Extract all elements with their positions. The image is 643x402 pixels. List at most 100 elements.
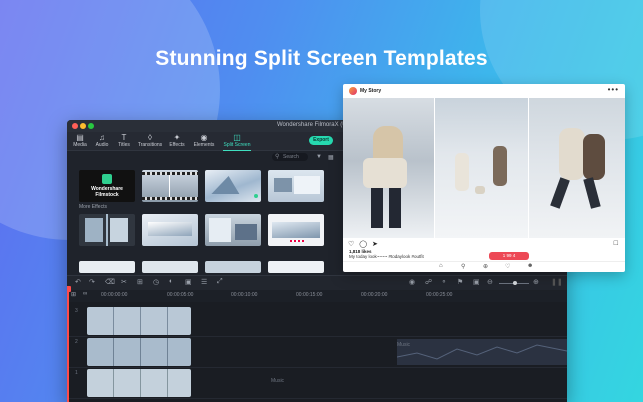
maximize-window-button[interactable] (88, 123, 94, 129)
download-badge-icon (254, 194, 258, 198)
timeline-ruler[interactable]: ⊞ ∞ 00:00:00:00 00:00:05:00 00:00:10:00 … (67, 290, 567, 302)
split-template-thumbnail[interactable] (205, 261, 261, 273)
tab-split-screen[interactable]: ◫ Split Screen (221, 133, 253, 151)
color-icon[interactable]: ◐ (169, 278, 173, 285)
filter-icon[interactable]: ▼ (316, 154, 322, 160)
video-clip[interactable] (87, 369, 191, 397)
close-window-button[interactable] (72, 123, 78, 129)
zoom-in-icon[interactable]: ⊕ (533, 278, 539, 286)
green-screen-icon[interactable]: ▣ (185, 278, 192, 286)
split-screen-icon: ◫ (233, 133, 241, 142)
notification-badge: 1 99 4 (489, 252, 529, 260)
tab-effects[interactable]: ✦ Effects (164, 133, 190, 149)
photo-panel-left (343, 98, 434, 238)
delete-icon[interactable]: ⌫ (105, 278, 115, 286)
avatar[interactable] (349, 87, 357, 95)
split-template-thumbnail[interactable] (268, 214, 324, 246)
track-number: 1 (75, 370, 78, 376)
track-number: 3 (75, 308, 78, 314)
export-button[interactable]: Export (309, 136, 333, 145)
activity-heart-icon[interactable]: ♡ (505, 263, 510, 270)
transition-icon: ◊ (148, 133, 152, 142)
ruler-mark: 00:00:15:00 (296, 292, 323, 298)
post-header: My Story ••• (343, 84, 625, 98)
split-template-thumbnail[interactable] (79, 261, 135, 273)
split-template-thumbnail[interactable] (142, 170, 198, 202)
bookmark-icon[interactable]: □ (614, 240, 618, 247)
audio-waveform[interactable] (396, 339, 567, 365)
ruler-mark: 00:00:20:00 (361, 292, 388, 298)
microphone-icon[interactable]: ⚬ (441, 278, 447, 286)
track-number: 2 (75, 339, 78, 345)
audio-track-label: Music (271, 378, 285, 384)
undo-icon[interactable]: ↶ (75, 278, 81, 286)
minimize-window-button[interactable] (80, 123, 86, 129)
filmstock-logo-icon (102, 174, 112, 184)
split-template-thumbnail[interactable] (142, 214, 198, 246)
tab-elements[interactable]: ◉ Elements (191, 133, 217, 149)
more-options-icon[interactable]: ••• (608, 85, 619, 94)
snapshot-icon[interactable]: ▣ (473, 278, 480, 286)
elements-icon: ◉ (200, 133, 208, 142)
heart-icon[interactable]: ♡ (348, 241, 354, 248)
link-icon[interactable]: ∞ (83, 291, 87, 297)
pause-icon[interactable]: ❚❚ (551, 278, 563, 286)
profile-icon[interactable]: ☻ (527, 263, 533, 269)
ruler-mark: 00:00:00:00 (101, 292, 128, 298)
split-template-thumbnail[interactable] (268, 261, 324, 273)
video-clip[interactable] (87, 338, 191, 366)
audio-track-label: Music (397, 342, 411, 348)
search-icon: ⚲ (275, 154, 280, 160)
share-icon[interactable]: ➤ (372, 241, 378, 248)
add-post-icon[interactable]: ⊕ (483, 263, 488, 270)
playhead-handle[interactable] (67, 286, 71, 292)
crop-icon[interactable]: ⊞ (137, 278, 143, 286)
ruler-mark: 00:00:05:00 (167, 292, 194, 298)
zoom-slider-handle[interactable] (513, 281, 517, 285)
add-track-icon[interactable]: ⊞ (71, 291, 76, 298)
split-template-thumbnail[interactable] (142, 261, 198, 273)
fullscreen-icon[interactable]: ⤢ (217, 278, 223, 286)
home-icon[interactable]: ⌂ (439, 263, 443, 269)
track-row: 1 Music Music (67, 342, 567, 399)
effects-icon: ✦ (173, 133, 181, 142)
split-template-thumbnail[interactable] (205, 170, 261, 202)
ruler-mark: 00:00:25:00 (426, 292, 453, 298)
marker-icon[interactable]: ⚑ (457, 278, 463, 286)
playhead[interactable] (67, 286, 71, 402)
tab-transitions[interactable]: ◊ Transitions (137, 133, 163, 149)
zoom-slider[interactable] (499, 281, 529, 285)
zoom-out-icon[interactable]: ⊖ (487, 278, 493, 286)
speed-icon[interactable]: ◷ (153, 278, 159, 286)
timeline-tracks: 3 2 1 Music Music (67, 302, 567, 402)
split-template-thumbnail[interactable] (79, 214, 135, 246)
render-icon[interactable]: ◉ (409, 278, 415, 286)
track-row: 2 (67, 337, 567, 368)
shield-icon[interactable]: ☍ (425, 278, 432, 286)
search-icon[interactable]: ⚲ (461, 263, 465, 270)
filmstock-thumbnail[interactable]: Wondershare Filmstock (79, 170, 135, 202)
split-screen-photo[interactable] (343, 98, 625, 238)
cut-icon[interactable]: ✂ (121, 278, 127, 286)
audio-adjust-icon[interactable]: ☰ (201, 278, 207, 286)
comment-icon[interactable]: ◯ (359, 241, 367, 248)
username[interactable]: My Story (360, 88, 381, 94)
track-row: 3 (67, 306, 567, 337)
search-input[interactable]: ⚲ Search (272, 153, 308, 161)
post-caption: My today look~~~~ #todaylook #outfit (349, 254, 424, 259)
ruler-mark: 00:00:10:00 (231, 292, 258, 298)
photo-panel-middle (435, 98, 528, 238)
post-actions: ♡ ◯ ➤ (348, 240, 378, 248)
split-template-thumbnail[interactable] (205, 214, 261, 246)
text-icon: T (121, 133, 127, 142)
grid-view-icon[interactable]: ▦ (328, 154, 334, 161)
bottom-nav: ⌂ ⚲ ⊕ ♡ ☻ (343, 261, 625, 272)
redo-icon[interactable]: ↷ (89, 278, 95, 286)
timeline-toolbar: ↶ ↷ ⌫ ✂ ⊞ ◷ ◐ ▣ ☰ ⤢ ◉ ☍ ⚬ ⚑ ▣ ⊖ ⊕ ❚❚ (67, 275, 567, 290)
photo-panel-right (529, 98, 625, 238)
waveform-line (396, 344, 567, 360)
video-clip[interactable] (87, 307, 191, 335)
split-template-thumbnail[interactable] (268, 170, 324, 202)
tab-titles[interactable]: T Titles (111, 133, 137, 149)
headline: Stunning Split Screen Templates (155, 47, 488, 70)
